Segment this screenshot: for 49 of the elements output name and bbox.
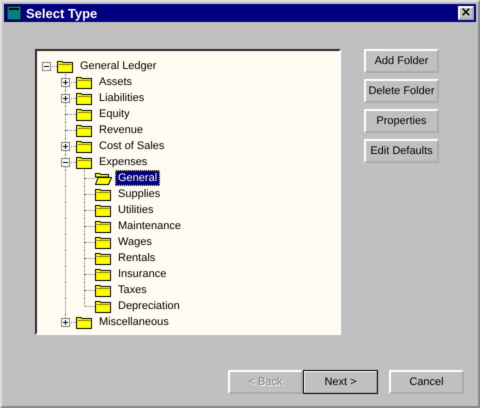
dialog-button[interactable]: Edit Defaults [364,139,439,163]
expand-toggle[interactable] [42,62,51,71]
dialog-button[interactable]: Delete Folder [364,79,439,103]
tree-item[interactable]: Revenue [96,122,146,138]
tree-item[interactable]: Taxes [115,282,150,298]
tree-item[interactable]: Expenses [96,154,150,170]
tree-item[interactable]: Liabilities [96,90,148,106]
folder-icon [76,139,93,153]
folder-icon [76,123,93,137]
folder-icon [95,203,112,217]
open-folder-icon [95,171,112,185]
folder-icon [95,251,112,265]
expand-toggle[interactable] [61,158,70,167]
tree-item[interactable]: Utilities [115,202,156,218]
close-button[interactable]: × [458,6,474,20]
folder-icon [57,59,74,73]
wizard-button[interactable]: Next > [303,370,378,394]
tree-item[interactable]: General Ledger [77,58,160,74]
folder-icon [95,283,112,297]
expand-toggle[interactable] [61,318,70,327]
expand-toggle[interactable] [61,94,70,103]
tree-item[interactable]: Supplies [115,186,164,202]
tree-item[interactable]: General [115,170,160,186]
tree-item[interactable]: Assets [96,74,136,90]
folder-icon [95,299,112,313]
tree-item[interactable]: Insurance [115,266,170,282]
window-title: Select Type [26,6,98,20]
dialog-button[interactable]: Add Folder [364,49,439,73]
tree-item[interactable]: Miscellaneous [96,314,172,330]
app-icon [6,5,22,21]
folder-icon [76,75,93,89]
tree-item[interactable]: Wages [115,234,155,250]
folder-icon [76,107,93,121]
wizard-button[interactable]: Cancel [389,370,464,394]
tree-item[interactable]: Equity [96,106,133,122]
folder-icon [95,267,112,281]
tree-item[interactable]: Maintenance [115,218,184,234]
tree-item[interactable]: Cost of Sales [96,138,168,154]
tree-item[interactable]: Rentals [115,250,158,266]
expand-toggle[interactable] [61,142,70,151]
folder-icon [76,91,93,105]
expand-toggle[interactable] [61,78,70,87]
folder-icon [95,235,112,249]
dialog-button[interactable]: Properties [364,109,439,133]
folder-icon [76,315,93,329]
folder-icon [76,155,93,169]
tree-item[interactable]: Depreciation [115,298,183,314]
folder-icon [95,219,112,233]
folder-icon [95,187,112,201]
